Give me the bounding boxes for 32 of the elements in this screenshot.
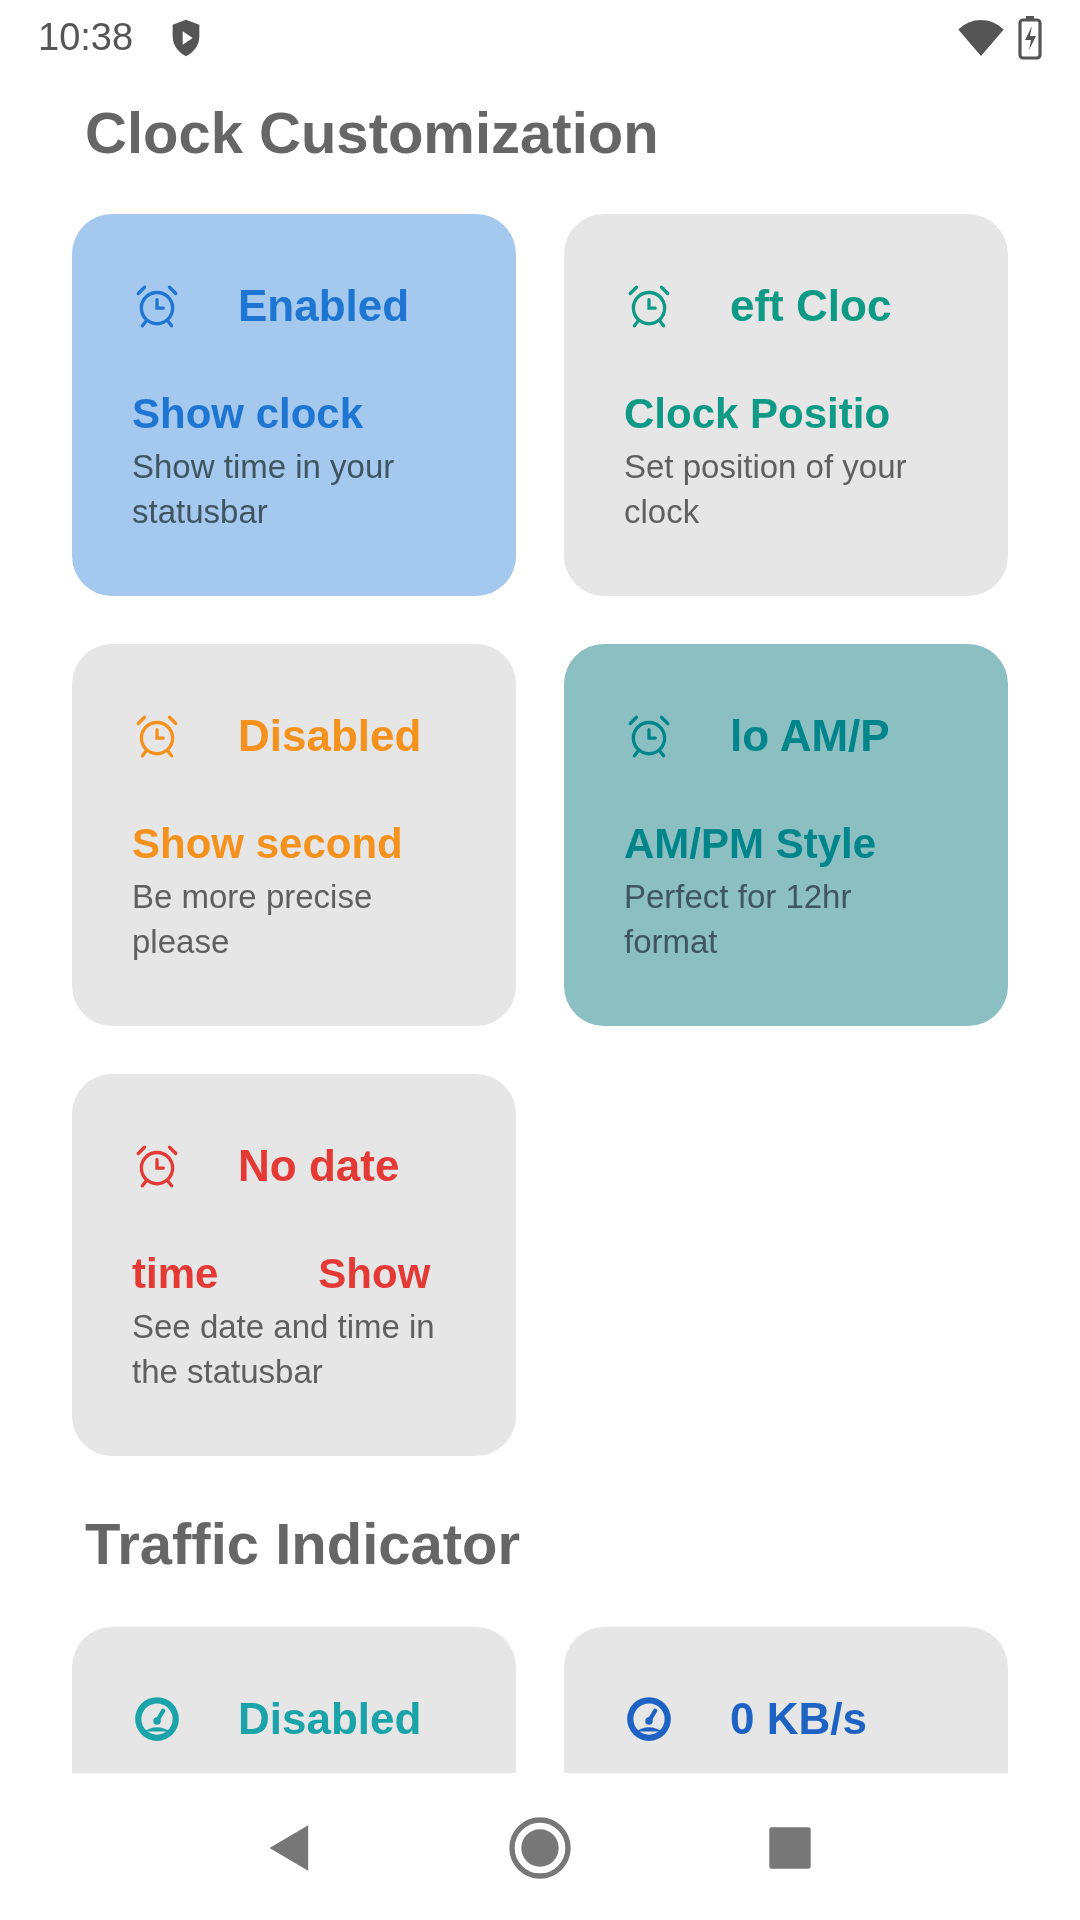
status-label: eft Cloc [730,280,892,332]
battery-charging-icon [1018,15,1042,60]
setting-card[interactable]: Enabled Show clock Show time in your statusbar [72,214,516,596]
card-title: Show [318,1249,431,1299]
status-label: 0 KB/s [730,1693,867,1745]
recents-icon[interactable] [766,1824,813,1871]
setting-card[interactable]: eft Cloc Clock Positio Set position of your clock [564,214,1008,596]
card-description: Perfect for 12hr format [624,877,853,962]
status-label: lo AM/P [730,710,890,762]
status-label: Enabled [238,280,410,332]
section-heading: Clock Customization [84,99,660,167]
home-icon[interactable] [508,1815,572,1880]
status-label: Disabled [238,1693,422,1745]
card-description: See date and time in the statusbar [132,1307,436,1392]
card-title: time [132,1249,219,1299]
section-heading: Traffic Indicator [84,1510,522,1578]
card-description: Show time in your statusbar [132,447,396,532]
setting-card[interactable]: No date time Show See date and time in the statusbar [72,1074,516,1456]
setting-card[interactable]: Disabled [72,1627,516,1773]
status-label: No date [238,1140,400,1192]
setting-card[interactable]: lo AM/P AM/PM Style Perfect for 12hr format [564,644,1008,1026]
setting-card[interactable]: 0 KB/s [564,1627,1008,1773]
card-title: Show clock [132,389,364,439]
wifi-icon [958,19,1004,56]
card-description: Set position of your clock [624,447,908,532]
card-title: Clock Positio [624,389,891,439]
card-title: Show second [132,819,403,869]
setting-card[interactable]: Disabled Show second Be more precise please [72,644,516,1026]
card-description: Be more precise please [132,877,374,962]
status-time: 10:38 [38,15,134,60]
status-label: Disabled [238,710,422,762]
card-title: AM/PM Style [624,819,877,869]
